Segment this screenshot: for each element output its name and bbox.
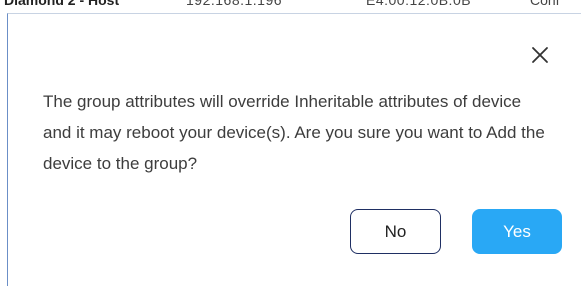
background-device-status: Conf	[530, 0, 560, 8]
background-table-row: Diamond 2 - Host 192.168.1.196 E4:00:12:…	[0, 0, 581, 13]
dialog-message: The group attributes will override Inher…	[43, 92, 545, 173]
no-button[interactable]: No	[350, 209, 441, 254]
yes-button[interactable]: Yes	[472, 209, 562, 254]
close-button[interactable]	[528, 43, 552, 67]
confirm-dialog: The group attributes will override Inher…	[7, 13, 581, 286]
background-device-ip: 192.168.1.196	[186, 0, 283, 8]
close-icon	[532, 47, 548, 63]
background-device-mac: E4:00:12:0B:0B	[366, 0, 472, 8]
background-device-name: Diamond 2 - Host	[4, 0, 120, 8]
